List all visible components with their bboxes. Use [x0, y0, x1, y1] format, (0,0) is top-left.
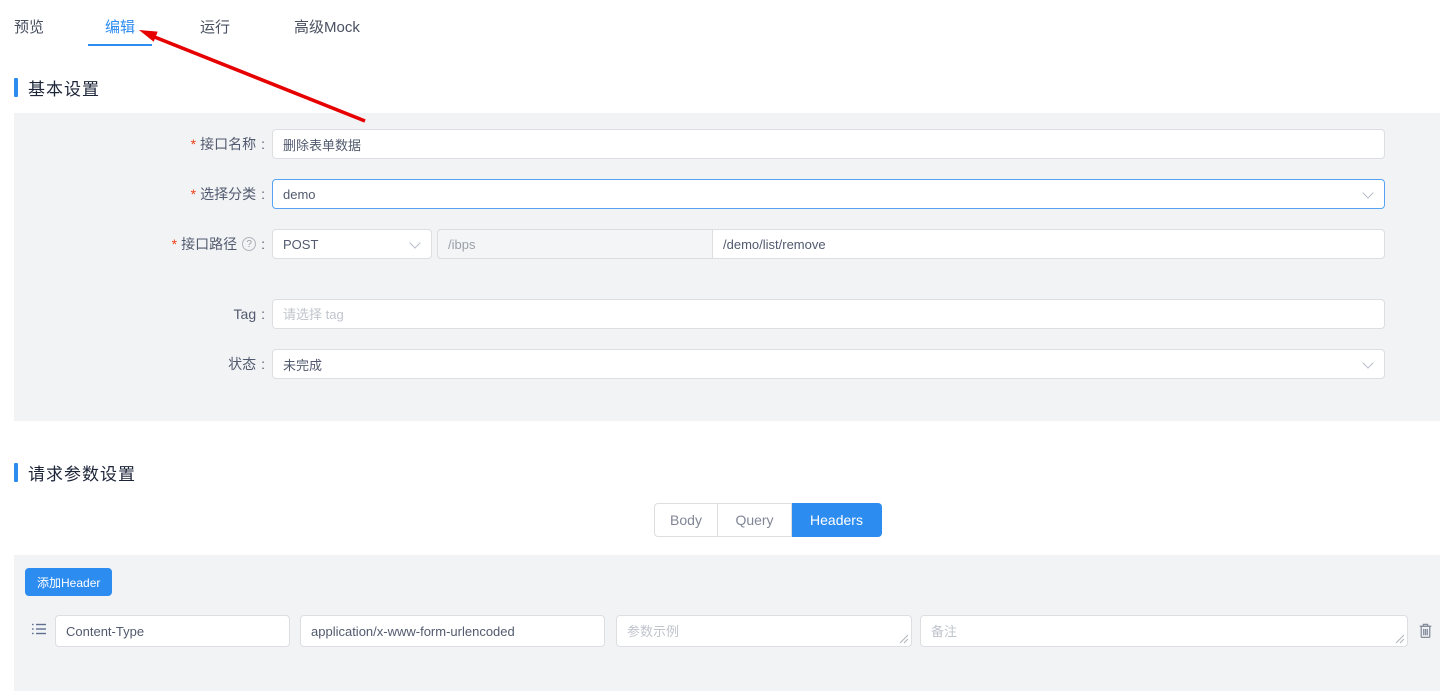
status-select-value: 未完成 [283, 355, 322, 374]
label-text: 接口名称 [200, 134, 256, 154]
category-select[interactable]: demo [272, 179, 1385, 209]
label-colon: : [261, 306, 265, 322]
chevron-down-icon [1362, 357, 1373, 368]
resize-handle-icon[interactable] [899, 634, 909, 644]
field-row-name: * 接口名称 : [14, 129, 1440, 159]
section-title-params: 请求参数设置 [28, 460, 136, 485]
label-text: 状态 [228, 354, 256, 374]
tab-query[interactable]: Query [718, 503, 792, 537]
field-label-tag: Tag : [14, 306, 265, 322]
label-colon: : [261, 136, 265, 152]
category-select-value: demo [283, 187, 316, 202]
header-remark-textarea[interactable] [920, 615, 1408, 647]
interface-name-input[interactable] [272, 129, 1385, 159]
label-text: 接口路径 [181, 234, 237, 254]
field-label-status: 状态 : [14, 354, 265, 374]
field-row-status: 状态 : 未完成 [14, 349, 1440, 379]
status-select[interactable]: 未完成 [272, 349, 1385, 379]
param-type-button-group: Body Query Headers [654, 503, 882, 537]
active-tab-underline [88, 44, 152, 46]
required-asterisk: * [191, 186, 196, 202]
chevron-down-icon [1362, 187, 1373, 198]
header-example-input[interactable] [617, 616, 911, 646]
resize-handle-icon[interactable] [1395, 634, 1405, 644]
http-method-value: POST [283, 237, 318, 252]
header-remark-input[interactable] [921, 616, 1407, 646]
tab-body[interactable]: Body [654, 503, 718, 537]
header-name-input[interactable] [55, 615, 290, 647]
api-edit-page: 预览 编辑 运行 高级Mock 基本设置 * 接口名称 : * 选择分类 : [0, 0, 1443, 691]
header-value-input[interactable] [300, 615, 605, 647]
field-label-path: * 接口路径 ? : [14, 234, 265, 254]
basic-settings-header: 基本设置 [14, 75, 100, 99]
section-accent-bar [14, 78, 18, 97]
label-text: 选择分类 [200, 184, 256, 204]
field-row-tag: Tag : [14, 299, 1440, 329]
delete-header-icon[interactable] [1417, 622, 1434, 639]
add-header-button[interactable]: 添加Header [25, 568, 112, 596]
section-title-basic: 基本设置 [28, 75, 100, 100]
field-label-category: * 选择分类 : [14, 184, 265, 204]
label-colon: : [261, 356, 265, 372]
tab-advanced-mock[interactable]: 高级Mock [294, 16, 360, 37]
tab-preview[interactable]: 预览 [14, 16, 44, 37]
required-asterisk: * [191, 136, 196, 152]
section-accent-bar [14, 463, 18, 482]
tab-headers[interactable]: Headers [792, 503, 882, 537]
field-row-category: * 选择分类 : demo [14, 179, 1440, 209]
chevron-down-icon [409, 237, 420, 248]
tag-input[interactable] [272, 299, 1385, 329]
label-text: Tag [234, 306, 257, 322]
http-method-select[interactable]: POST [272, 229, 432, 259]
headers-panel: 添加Header [14, 555, 1440, 691]
field-row-path: * 接口路径 ? : POST /ibps [14, 229, 1440, 259]
required-asterisk: * [172, 236, 177, 252]
tab-edit[interactable]: 编辑 [105, 16, 135, 37]
request-params-header: 请求参数设置 [14, 460, 136, 484]
help-icon[interactable]: ? [242, 237, 256, 251]
tab-run[interactable]: 运行 [200, 16, 230, 37]
field-label-name: * 接口名称 : [14, 134, 265, 154]
interface-path-input[interactable] [712, 229, 1385, 259]
header-example-textarea[interactable] [616, 615, 912, 647]
path-prefix-addon: /ibps [437, 229, 712, 259]
drag-handle-icon[interactable] [31, 622, 47, 636]
label-colon: : [261, 186, 265, 202]
basic-settings-panel: * 接口名称 : * 选择分类 : demo * [14, 113, 1440, 421]
label-colon: : [261, 236, 265, 252]
